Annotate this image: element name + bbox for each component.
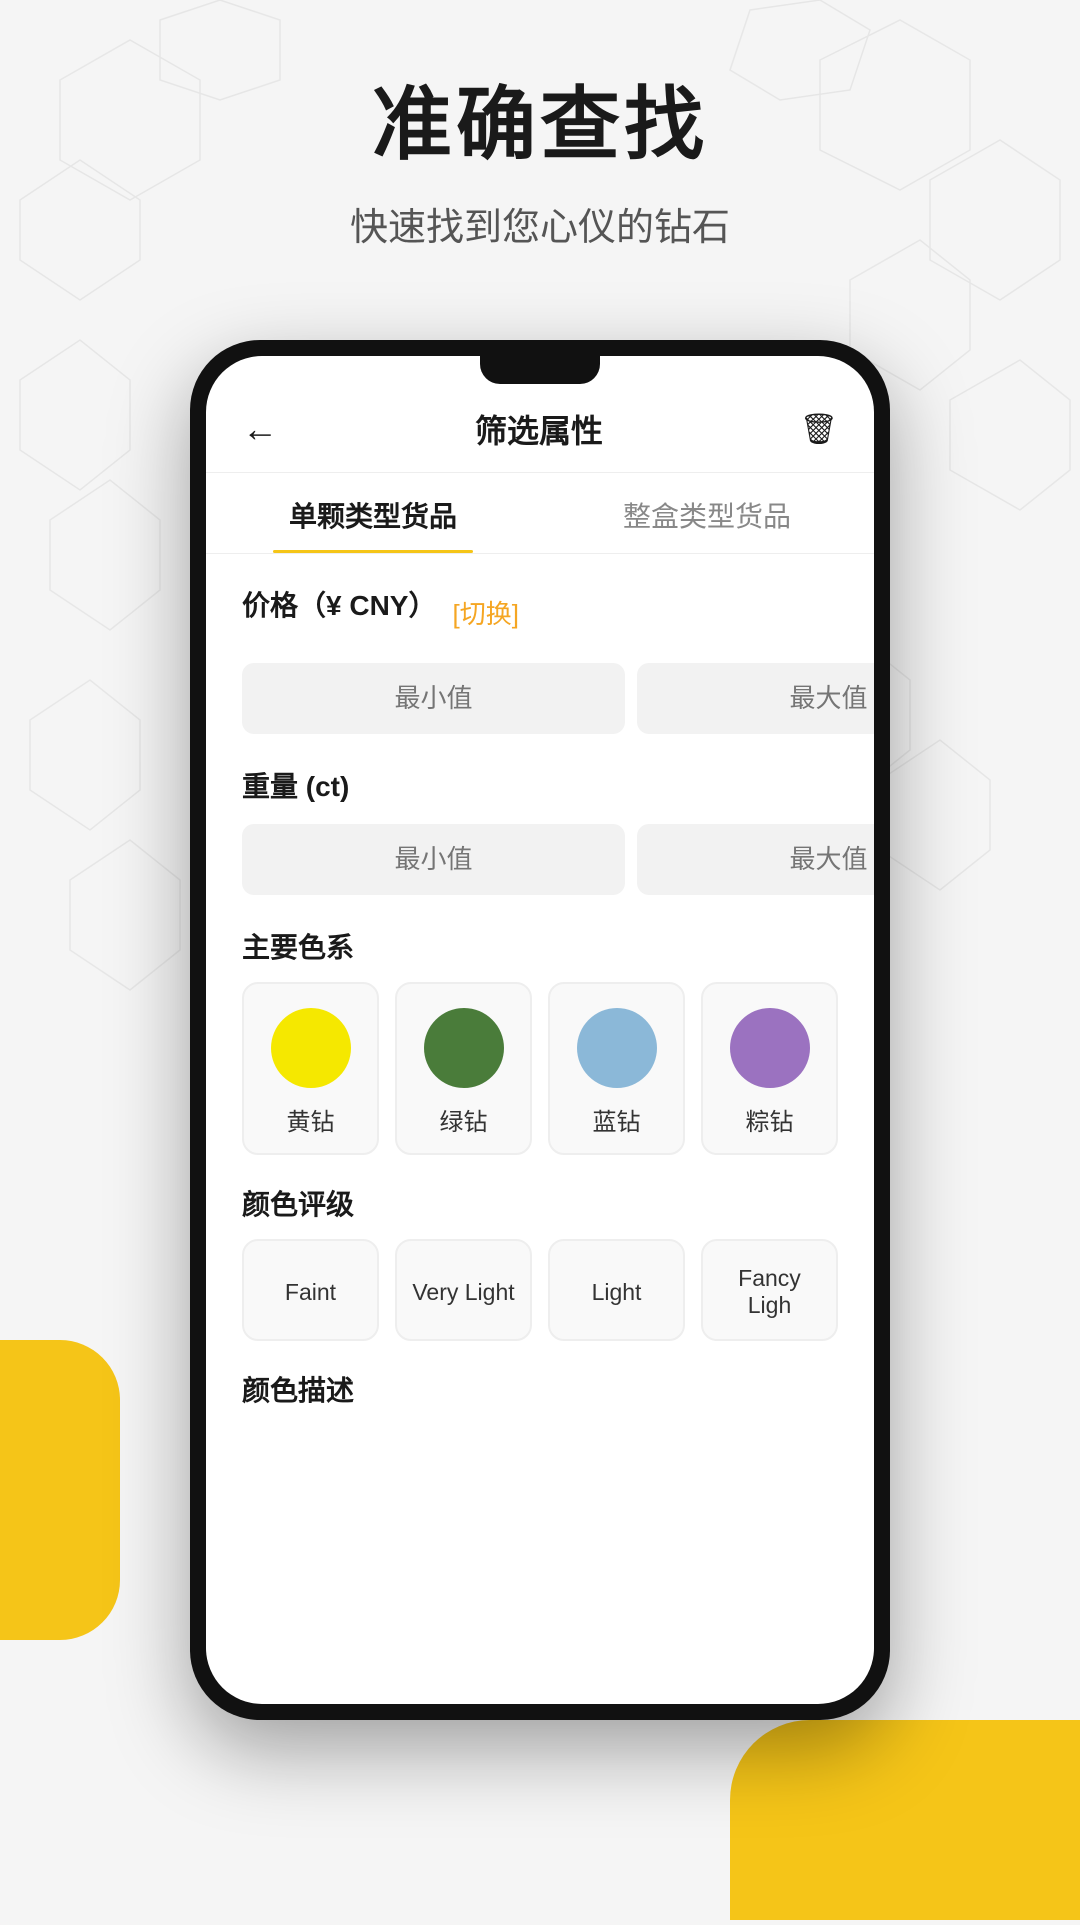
grade-card-very-light[interactable]: Very Light [395,1239,532,1341]
page-main-title: 准确查找 [0,60,1080,176]
price-title: 价格（¥ CNY） [242,584,436,624]
faint-label: Faint [285,1279,336,1306]
green-diamond-circle [424,1008,504,1088]
green-diamond-label: 绿钻 [440,1102,488,1137]
phone-notch [480,356,600,384]
trash-icon[interactable]: 🗑 [800,412,838,447]
price-max-input[interactable] [637,663,874,734]
phone-screen: ← 筛选属性 🗑 单颗类型货品 整盒类型货品 价格（¥ CNY） [切换] [206,356,874,1704]
price-min-input[interactable] [242,663,625,734]
tab-box[interactable]: 整盒类型货品 [540,473,874,553]
tab-bar: 单颗类型货品 整盒类型货品 [206,473,874,554]
yellow-accent-left [0,1340,120,1640]
grade-grid: Faint Very Light Light Fancy Ligh [242,1239,838,1341]
filter-content: 价格（¥ CNY） [切换] 范围 ▼ 重量 (ct) 范围 ▼ [206,554,874,1704]
app-screen-title: 筛选属性 [475,406,603,452]
blue-diamond-label: 蓝钻 [593,1102,641,1137]
yellow-accent-bottom [730,1720,1080,1920]
back-button[interactable]: ← [242,408,278,450]
very-light-label: Very Light [412,1279,514,1306]
currency-switch-link[interactable]: [切换] [452,594,518,631]
color-grid: 黄钻 绿钻 蓝钻 粽钻 [242,982,838,1155]
color-section-title: 主要色系 [242,926,838,966]
weight-min-input[interactable] [242,824,625,895]
grade-card-light[interactable]: Light [548,1239,685,1341]
fancy-light-label: Fancy Ligh [715,1265,824,1319]
light-label: Light [592,1279,642,1306]
tab-single[interactable]: 单颗类型货品 [206,473,540,553]
color-desc-title: 颜色描述 [242,1369,838,1409]
blue-diamond-circle [577,1008,657,1088]
color-card-yellow[interactable]: 黄钻 [242,982,379,1155]
purple-diamond-circle [730,1008,810,1088]
yellow-diamond-circle [271,1008,351,1088]
purple-diamond-label: 粽钻 [746,1102,794,1137]
phone-mockup: ← 筛选属性 🗑 单颗类型货品 整盒类型货品 价格（¥ CNY） [切换] [190,340,890,1720]
weight-input-row: 范围 ▼ [242,821,838,898]
price-input-row: 范围 ▼ [242,660,838,737]
weight-title: 重量 (ct) [242,765,838,805]
color-card-purple[interactable]: 粽钻 [701,982,838,1155]
color-card-blue[interactable]: 蓝钻 [548,982,685,1155]
weight-max-input[interactable] [637,824,874,895]
grade-card-fancy-light[interactable]: Fancy Ligh [701,1239,838,1341]
yellow-diamond-label: 黄钻 [287,1102,335,1137]
grade-card-faint[interactable]: Faint [242,1239,379,1341]
header-area: 准确查找 快速找到您心仪的钻石 [0,60,1080,251]
grade-section-title: 颜色评级 [242,1183,838,1223]
color-card-green[interactable]: 绿钻 [395,982,532,1155]
page-subtitle: 快速找到您心仪的钻石 [0,196,1080,251]
price-section-header: 价格（¥ CNY） [切换] [242,584,838,640]
